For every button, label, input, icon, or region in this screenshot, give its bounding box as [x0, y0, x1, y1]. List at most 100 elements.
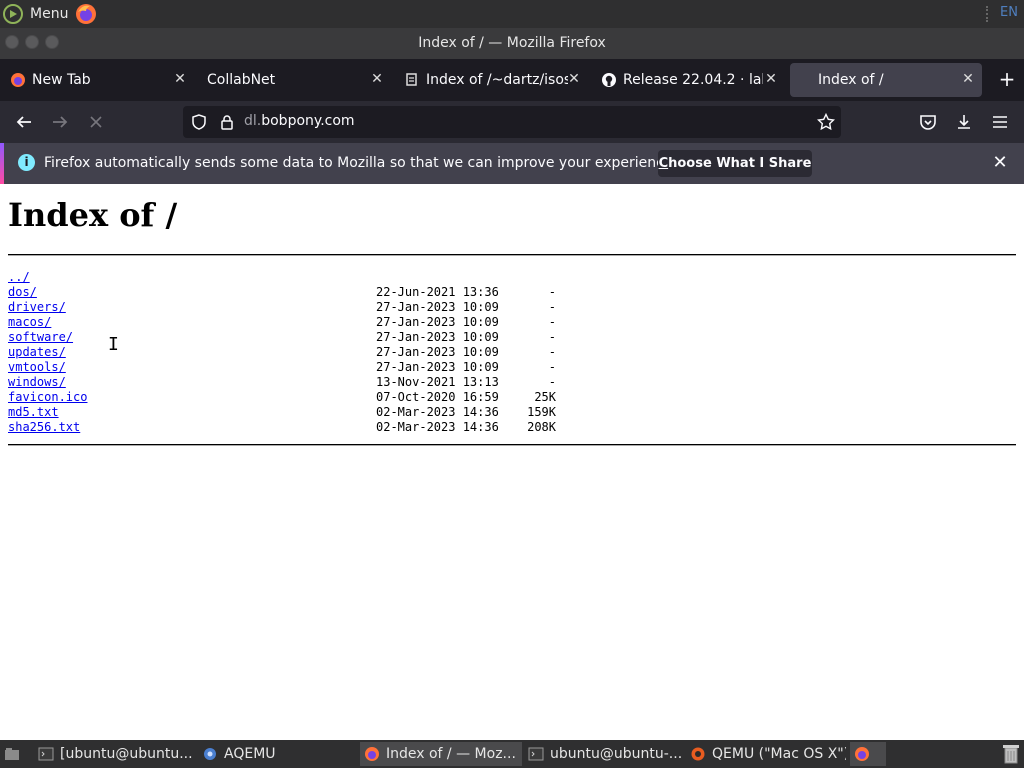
entry-size: -	[548, 375, 556, 389]
list-item: sha256.txt 02-Mar-2023 14:36 208K	[8, 420, 568, 435]
firefox-icon	[10, 72, 26, 88]
button-label: hoose What I Share	[668, 156, 812, 171]
download-icon	[958, 115, 970, 129]
taskbar-item-qemu[interactable]: QEMU ("Mac OS X")	[686, 742, 846, 766]
navigation-toolbar: dl.bobpony.com	[0, 101, 1024, 143]
app-menu-hamburger[interactable]	[988, 110, 1012, 134]
choose-what-i-share-button[interactable]: Choose What I Share	[658, 150, 812, 177]
panel-separator	[986, 6, 990, 22]
entry-size: -	[548, 300, 556, 314]
list-item: windows/ 13-Nov-2021 13:13 -	[8, 375, 568, 390]
pocket-button[interactable]	[916, 110, 940, 134]
qemu-icon	[691, 747, 705, 761]
entry-link[interactable]: windows/	[8, 375, 66, 389]
lock-icon[interactable]	[219, 114, 235, 130]
tab-label: CollabNet	[207, 72, 276, 88]
pocket-icon	[920, 115, 936, 130]
tab-index-of-active[interactable]: Index of / ✕	[790, 63, 982, 97]
tab-collabnet[interactable]: CollabNet ✕	[197, 63, 391, 97]
tab-label: New Tab	[32, 72, 91, 88]
data-reporting-notification: i Firefox automatically sends some data …	[0, 143, 1024, 184]
aqemu-icon	[204, 748, 216, 760]
entry-link[interactable]: vmtools/	[8, 360, 66, 374]
firefox-icon	[855, 747, 869, 761]
close-tab-icon[interactable]: ✕	[172, 71, 188, 87]
bottom-divider	[8, 444, 1016, 446]
list-item: software/ 27-Jan-2023 10:09 -	[8, 330, 568, 345]
taskbar-item-firefox[interactable]: Index of / — Moz...	[360, 742, 522, 766]
text-cursor-icon: I	[108, 334, 119, 355]
trash-icon[interactable]	[1002, 743, 1020, 765]
taskbar-label: ubuntu@ubuntu-...	[550, 746, 683, 762]
mint-menu-icon	[3, 4, 23, 24]
reload-button[interactable]	[84, 110, 108, 134]
close-tab-icon[interactable]: ✕	[763, 71, 779, 87]
entry-link[interactable]: macos/	[8, 315, 51, 329]
notification-accent	[0, 143, 4, 184]
entry-link[interactable]: updates/	[8, 345, 66, 359]
desktop-top-panel: Menu EN	[0, 0, 1024, 28]
entry-link[interactable]: md5.txt	[8, 405, 59, 419]
bookmark-star-icon[interactable]	[817, 113, 835, 131]
window-title: Index of / — Mozilla Firefox	[418, 35, 606, 51]
entry-link[interactable]: favicon.ico	[8, 390, 87, 404]
firefox-icon	[365, 747, 379, 761]
list-item: favicon.ico 07-Oct-2020 16:59 25K	[8, 390, 568, 405]
downloads-button[interactable]	[952, 110, 976, 134]
entry-size: 159K	[527, 405, 556, 419]
top-divider	[8, 254, 1016, 256]
entry-size: -	[548, 330, 556, 344]
entry-size: -	[548, 345, 556, 359]
taskbar-item-terminal-2[interactable]: ubuntu@ubuntu-...	[524, 742, 684, 766]
close-tab-icon[interactable]: ✕	[566, 71, 582, 87]
tab-github-release[interactable]: Release 22.04.2 · lah7 ✕	[591, 63, 785, 97]
url-subdomain: dl.	[244, 113, 262, 129]
window-title-bar: Index of / — Mozilla Firefox	[0, 28, 1024, 59]
close-notification-icon[interactable]: ✕	[990, 153, 1010, 173]
close-tab-icon[interactable]: ✕	[369, 71, 385, 87]
parent-directory-link[interactable]: ../	[8, 270, 30, 284]
tab-new-tab[interactable]: New Tab ✕	[0, 63, 194, 97]
entry-link[interactable]: sha256.txt	[8, 420, 80, 434]
github-icon	[601, 72, 617, 88]
entry-link[interactable]: drivers/	[8, 300, 66, 314]
info-icon: i	[18, 154, 35, 171]
forward-button[interactable]	[48, 110, 72, 134]
tab-strip: New Tab ✕ CollabNet ✕ Index of /~dartz/i…	[0, 59, 1024, 101]
taskbar-label: Index of / — Moz...	[386, 746, 516, 762]
list-item: updates/ 27-Jan-2023 10:09 -	[8, 345, 568, 360]
terminal-icon	[528, 747, 544, 761]
list-item: macos/ 27-Jan-2023 10:09 -	[8, 315, 568, 330]
button-accesskey: C	[658, 156, 669, 171]
url-text: dl.bobpony.com	[244, 113, 355, 129]
tab-label: Release 22.04.2 · lah7	[623, 72, 763, 88]
show-desktop-button[interactable]	[0, 742, 30, 766]
taskbar-item-terminal-1[interactable]: [ubuntu@ubuntu...	[34, 742, 194, 766]
entry-link[interactable]: software/	[8, 330, 73, 344]
entry-size: -	[548, 315, 556, 329]
taskbar-firefox-launcher[interactable]	[850, 742, 886, 766]
list-item: dos/ 22-Jun-2021 13:36 -	[8, 285, 568, 300]
new-tab-plus-icon[interactable]: +	[996, 69, 1018, 91]
list-item: drivers/ 27-Jan-2023 10:09 -	[8, 300, 568, 315]
taskbar-item-aqemu[interactable]: AQEMU	[198, 742, 358, 766]
entry-link[interactable]: dos/	[8, 285, 37, 299]
back-button[interactable]	[12, 110, 36, 134]
tracking-protection-shield-icon[interactable]	[191, 114, 207, 130]
url-bar[interactable]: dl.bobpony.com	[183, 106, 841, 138]
firefox-launcher-icon[interactable]	[74, 2, 98, 26]
forward-arrow-icon	[53, 116, 68, 128]
tab-label: Index of /	[818, 72, 884, 88]
keyboard-layout-indicator[interactable]: EN	[1000, 5, 1018, 20]
entry-size: 25K	[534, 390, 556, 404]
tab-dartz-isos[interactable]: Index of /~dartz/isos/ ✕	[394, 63, 588, 97]
close-tab-icon[interactable]: ✕	[960, 71, 976, 87]
terminal-icon	[38, 747, 54, 761]
app-menu-button[interactable]: Menu	[0, 0, 98, 28]
url-domain: bobpony.com	[261, 113, 355, 129]
back-arrow-icon	[16, 116, 31, 128]
notification-message: Firefox automatically sends some data to…	[44, 155, 677, 171]
tab-label: Index of /~dartz/isos/	[426, 72, 568, 88]
directory-listing: ../ dos/ 22-Jun-2021 13:36 - drivers/ 27…	[8, 270, 568, 435]
list-item: md5.txt 02-Mar-2023 14:36 159K	[8, 405, 568, 420]
